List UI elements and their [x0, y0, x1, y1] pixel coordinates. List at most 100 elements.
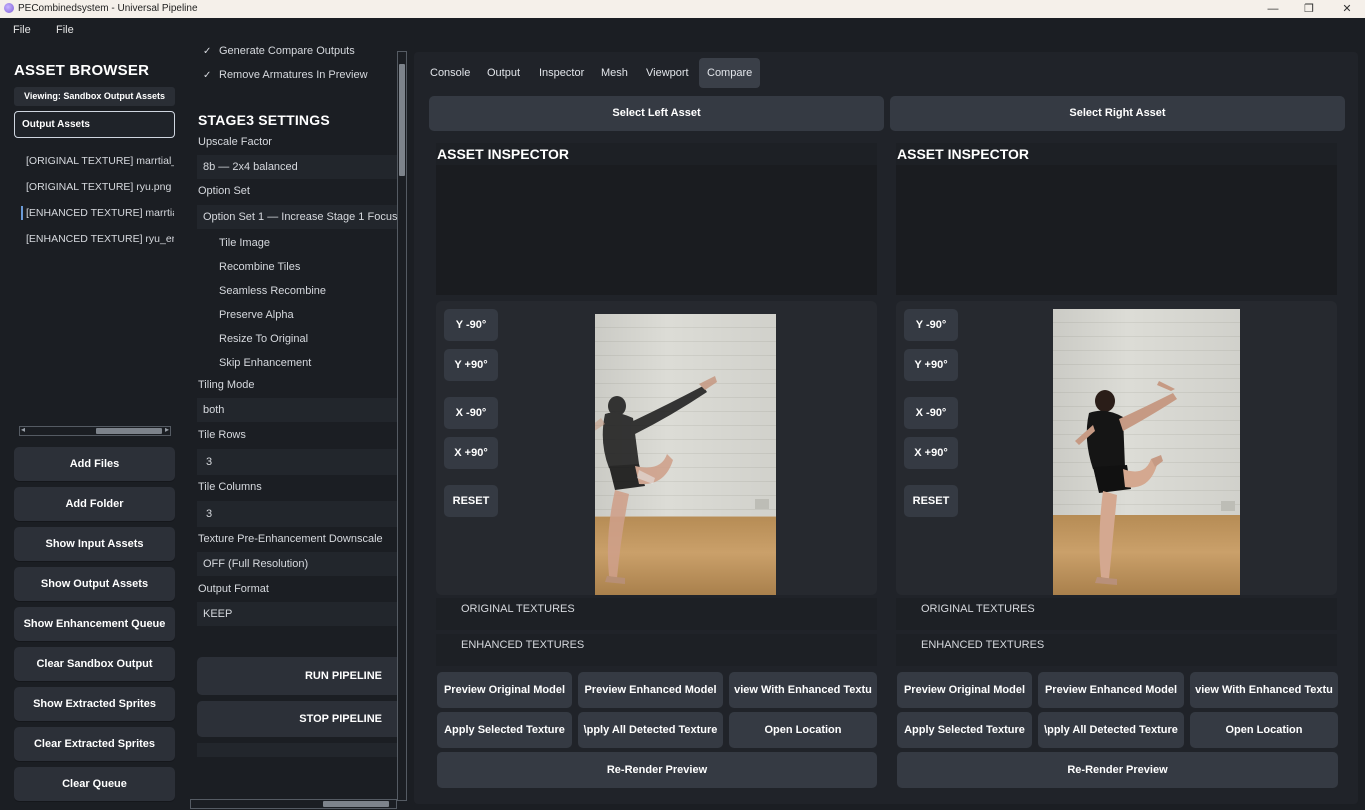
preserve-alpha-checkbox[interactable]: Preserve Alpha: [203, 308, 393, 324]
scroll-left-icon[interactable]: ◂: [21, 425, 25, 434]
run-pipeline-button[interactable]: RUN PIPELINE: [197, 657, 397, 695]
scroll-thumb[interactable]: [323, 801, 389, 807]
right-inspector-title: ASSET INSPECTOR: [896, 143, 1337, 165]
left-preview-original-button[interactable]: Preview Original Model: [437, 672, 572, 708]
restore-icon[interactable]: ❐: [1291, 0, 1327, 18]
select-right-asset-button[interactable]: Select Right Asset: [890, 96, 1345, 131]
select-left-asset-button[interactable]: Select Left Asset: [429, 96, 884, 131]
upscale-factor-select[interactable]: 8b — 2x4 balanced: [197, 155, 397, 179]
generate-compare-outputs-checkbox[interactable]: ✓ Generate Compare Outputs: [203, 44, 393, 60]
menu-file[interactable]: File: [13, 24, 31, 36]
right-rotate-y-plus-button[interactable]: Y +90°: [904, 349, 958, 381]
seamless-recombine-checkbox[interactable]: Seamless Recombine: [203, 284, 393, 300]
minimize-icon[interactable]: —: [1255, 0, 1291, 18]
tile-rows-input[interactable]: 3: [197, 449, 397, 475]
downscale-label: Texture Pre-Enhancement Downscale: [198, 533, 383, 545]
left-enhanced-textures-header[interactable]: ENHANCED TEXTURES: [436, 634, 877, 656]
right-rotate-x-plus-button[interactable]: X +90°: [904, 437, 958, 469]
left-rotate-x-minus-button[interactable]: X -90°: [444, 397, 498, 429]
show-enhancement-queue-button[interactable]: Show Enhancement Queue: [14, 607, 175, 641]
clear-queue-button[interactable]: Clear Queue: [14, 767, 175, 801]
tab-output[interactable]: Output: [479, 58, 528, 88]
scroll-right-icon[interactable]: ▸: [165, 425, 169, 434]
add-folder-button[interactable]: Add Folder: [14, 487, 175, 521]
checkbox-label: Tile Image: [219, 237, 270, 249]
tab-viewport[interactable]: Viewport: [638, 58, 697, 88]
skip-enhancement-checkbox[interactable]: Skip Enhancement: [203, 356, 393, 372]
left-inspector-title: ASSET INSPECTOR: [436, 143, 877, 165]
add-files-button[interactable]: Add Files: [14, 447, 175, 481]
left-rotate-x-plus-button[interactable]: X +90°: [444, 437, 498, 469]
asset-list-item[interactable]: [ORIGINAL TEXTURE] ryu.png: [26, 181, 174, 199]
menu-file-2[interactable]: File: [56, 24, 74, 36]
checkbox-label: Preserve Alpha: [219, 309, 294, 321]
show-extracted-sprites-button[interactable]: Show Extracted Sprites: [14, 687, 175, 721]
option-set-label: Option Set: [198, 185, 250, 197]
remove-armatures-checkbox[interactable]: ✓ Remove Armatures In Preview: [203, 68, 393, 84]
asset-list-item[interactable]: [ENHANCED TEXTURE] marrtial_: [26, 207, 174, 225]
right-preview-original-button[interactable]: Preview Original Model: [897, 672, 1032, 708]
right-apply-selected-texture-button[interactable]: Apply Selected Texture: [897, 712, 1032, 748]
left-reset-button[interactable]: RESET: [444, 485, 498, 517]
right-reset-button[interactable]: RESET: [904, 485, 958, 517]
left-apply-selected-texture-button[interactable]: Apply Selected Texture: [437, 712, 572, 748]
right-rerender-preview-button[interactable]: Re-Render Preview: [897, 752, 1338, 788]
tab-inspector[interactable]: Inspector: [531, 58, 592, 88]
right-preview-enhanced-button[interactable]: Preview Enhanced Model: [1038, 672, 1184, 708]
asset-browser-title: ASSET BROWSER: [14, 62, 150, 79]
close-icon[interactable]: ✕: [1329, 0, 1365, 18]
asset-list-item[interactable]: [ENHANCED TEXTURE] ryu_enh:: [26, 233, 174, 251]
resize-to-original-checkbox[interactable]: Resize To Original: [203, 332, 393, 348]
left-apply-all-textures-button[interactable]: \pply All Detected Texture: [578, 712, 723, 748]
title-bar: PECombinedsystem - Universal Pipeline — …: [0, 0, 1365, 18]
left-enhanced-textures-list: [436, 656, 877, 666]
left-rotate-y-minus-button[interactable]: Y -90°: [444, 309, 498, 341]
recombine-tiles-checkbox[interactable]: Recombine Tiles: [203, 260, 393, 276]
stage3-settings-title: STAGE3 SETTINGS: [198, 112, 330, 128]
clear-extracted-sprites-button[interactable]: Clear Extracted Sprites: [14, 727, 175, 761]
output-format-select[interactable]: KEEP: [197, 602, 397, 626]
tiling-mode-label: Tiling Mode: [198, 379, 255, 391]
right-original-textures-header[interactable]: ORIGINAL TEXTURES: [896, 598, 1337, 620]
show-output-assets-button[interactable]: Show Output Assets: [14, 567, 175, 601]
clear-sandbox-output-button[interactable]: Clear Sandbox Output: [14, 647, 175, 681]
right-enhanced-textures-header[interactable]: ENHANCED TEXTURES: [896, 634, 1337, 656]
asset-list-hscrollbar[interactable]: ◂ ▸: [19, 425, 171, 436]
right-open-location-button[interactable]: Open Location: [1190, 712, 1338, 748]
settings-vscrollbar[interactable]: [397, 51, 407, 801]
progress-track: [197, 743, 397, 757]
right-view-enhanced-textures-button[interactable]: view With Enhanced Textu: [1190, 672, 1338, 708]
show-input-assets-button[interactable]: Show Input Assets: [14, 527, 175, 561]
tab-compare[interactable]: Compare: [699, 58, 761, 88]
right-inspector-info: [896, 165, 1337, 295]
right-rotate-x-minus-button[interactable]: X -90°: [904, 397, 958, 429]
downscale-select[interactable]: OFF (Full Resolution): [197, 552, 397, 576]
tab-console[interactable]: Console: [422, 58, 478, 88]
left-view-enhanced-textures-button[interactable]: view With Enhanced Textu: [729, 672, 877, 708]
stop-pipeline-button[interactable]: STOP PIPELINE: [197, 701, 397, 737]
right-enhanced-textures-list: [896, 656, 1337, 666]
left-original-textures-list: [436, 620, 877, 630]
option-set-select[interactable]: Option Set 1 — Increase Stage 1 Focus (U…: [197, 205, 397, 229]
left-original-textures-header[interactable]: ORIGINAL TEXTURES: [436, 598, 877, 620]
scroll-thumb[interactable]: [96, 428, 162, 434]
window-title: PECombinedsystem - Universal Pipeline: [18, 3, 198, 14]
left-preview-enhanced-button[interactable]: Preview Enhanced Model: [578, 672, 723, 708]
tile-image-checkbox[interactable]: Tile Image: [203, 236, 393, 252]
left-rotate-y-plus-button[interactable]: Y +90°: [444, 349, 498, 381]
asset-list-item[interactable]: [ORIGINAL TEXTURE] marrtial_a: [26, 155, 174, 173]
check-icon: ✓: [203, 70, 212, 81]
left-open-location-button[interactable]: Open Location: [729, 712, 877, 748]
tiling-mode-select[interactable]: both: [197, 398, 397, 422]
tab-mesh[interactable]: Mesh: [593, 58, 636, 88]
tile-columns-input[interactable]: 3: [197, 501, 397, 527]
scroll-thumb[interactable]: [399, 64, 405, 176]
left-inspector-info: [436, 165, 877, 295]
selection-indicator: [21, 206, 23, 220]
output-assets-button[interactable]: Output Assets: [14, 111, 175, 138]
left-rerender-preview-button[interactable]: Re-Render Preview: [437, 752, 877, 788]
right-rotate-y-minus-button[interactable]: Y -90°: [904, 309, 958, 341]
right-apply-all-textures-button[interactable]: \pply All Detected Texture: [1038, 712, 1184, 748]
tile-columns-label: Tile Columns: [198, 481, 262, 493]
settings-hscrollbar[interactable]: [190, 799, 397, 809]
